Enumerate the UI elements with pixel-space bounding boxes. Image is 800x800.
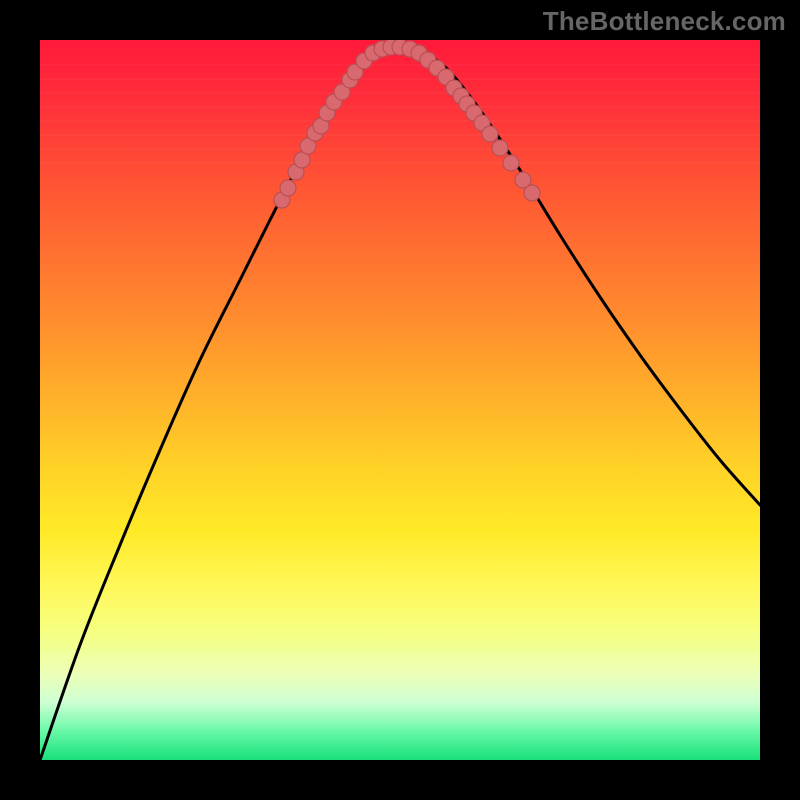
data-dot	[280, 180, 296, 196]
curve-svg	[40, 40, 760, 760]
chart-stage: TheBottleneck.com	[0, 0, 800, 800]
data-dot	[482, 126, 498, 142]
attribution-text: TheBottleneck.com	[543, 6, 786, 37]
data-dot	[524, 185, 540, 201]
data-dot	[503, 155, 519, 171]
plot-area	[40, 40, 760, 760]
data-dots	[274, 40, 540, 208]
bottleneck-curve	[40, 47, 760, 760]
data-dot	[492, 140, 508, 156]
